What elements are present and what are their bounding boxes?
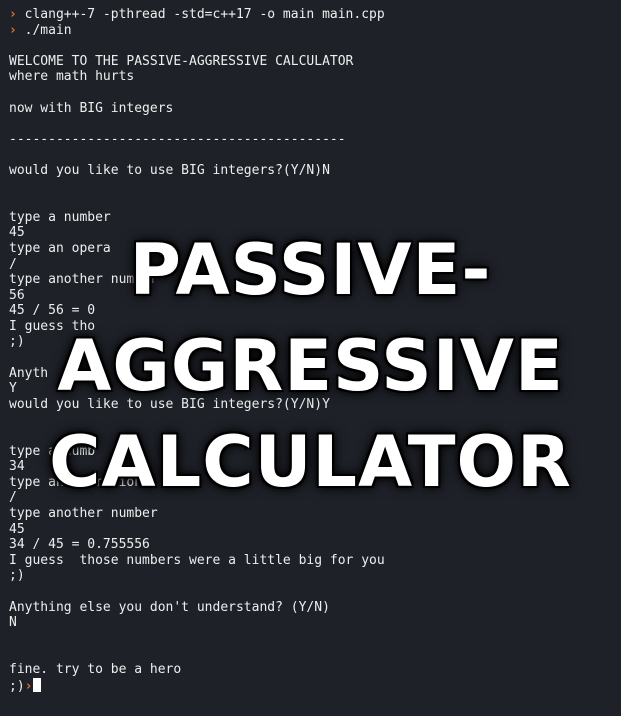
output-line: Anything else you don't understand? (Y/N… — [9, 600, 609, 616]
prompt-icon: › — [9, 7, 17, 22]
output-line: would you like to use BIG integers?(Y/N)… — [9, 163, 609, 179]
output-text: ;) — [9, 568, 25, 584]
output-text: 45 — [9, 521, 25, 537]
title-line-3: CALCULATOR — [49, 421, 572, 503]
output-line: 34 / 45 = 0.755556 — [9, 537, 609, 553]
output-text: now with BIG integers — [9, 100, 174, 116]
title-line-2: AGGRESSIVE — [57, 325, 564, 407]
output-text: Anything else you don't understand? (Y/N… — [9, 599, 330, 615]
output-line: now with BIG integers — [9, 101, 609, 117]
output-line: I guess those numbers were a little big … — [9, 553, 609, 569]
command-text: clang++-7 -pthread -std=c++17 -o main ma… — [24, 7, 385, 22]
output-text: fine. try to be a hero — [9, 661, 182, 677]
output-line: where math hurts — [9, 69, 609, 85]
output-text: I guess those numbers were a little big … — [9, 552, 385, 568]
output-text: would you like to use BIG integers?(Y/N)… — [9, 162, 330, 178]
cursor[interactable] — [33, 677, 42, 692]
title-line-1: PASSIVE- — [129, 229, 492, 311]
prompt-icon: › — [9, 22, 17, 38]
output-line: 45 — [9, 522, 609, 538]
output-text: 34 / 45 = 0.755556 — [9, 537, 150, 553]
input-line[interactable]: ;)› — [9, 677, 609, 694]
output-line: N — [9, 615, 609, 631]
command-line: › ./main — [9, 23, 609, 39]
output-line: ----------------------------------------… — [9, 132, 609, 148]
output-line: fine. try to be a hero — [9, 662, 609, 678]
prompt-icon: › — [24, 678, 33, 694]
title-overlay: PASSIVE- AGGRESSIVE CALCULATOR — [0, 222, 621, 510]
command-line: › clang++-7 -pthread -std=c++17 -o main … — [9, 7, 609, 23]
output-text: WELCOME TO THE PASSIVE-AGGRESSIVE CALCUL… — [9, 53, 354, 69]
output-text: ;) — [9, 678, 25, 694]
output-text: where math hurts — [9, 69, 135, 85]
command-text: ./main — [24, 22, 72, 38]
output-text: ----------------------------------------… — [9, 131, 346, 147]
output-line: WELCOME TO THE PASSIVE-AGGRESSIVE CALCUL… — [9, 54, 609, 70]
output-line: ;) — [9, 568, 609, 584]
terminal-window: › clang++-7 -pthread -std=c++17 -o main … — [0, 0, 621, 716]
output-text: N — [9, 615, 17, 631]
